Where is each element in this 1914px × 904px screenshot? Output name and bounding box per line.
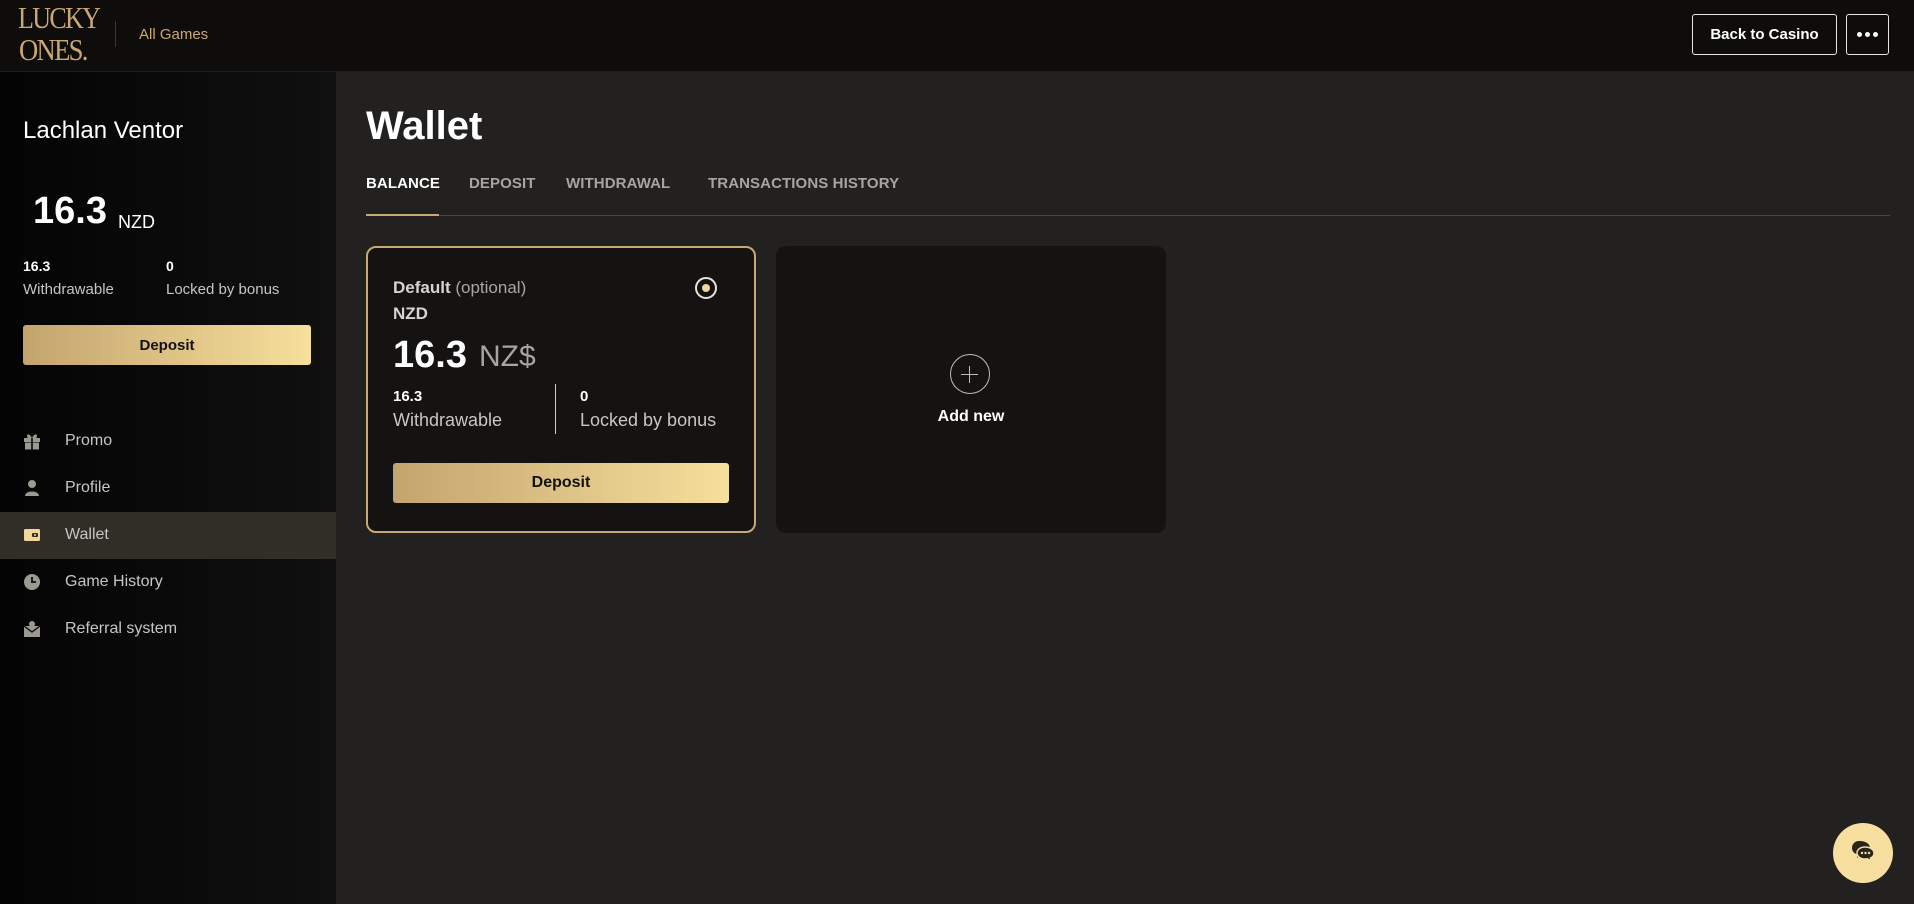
sidebar-item-promo[interactable]: Promo bbox=[0, 418, 336, 465]
sidebar-item-label: Wallet bbox=[65, 526, 109, 543]
sidebar-item-label: Game History bbox=[65, 573, 163, 590]
page-title: Wallet bbox=[366, 104, 483, 148]
wallet-balance: 16.3 bbox=[393, 334, 467, 376]
sidebar-item-label: Referral system bbox=[65, 620, 178, 637]
top-header: LUCKY ONES. All Games Back to Casino bbox=[0, 0, 1914, 72]
chat-bubble-icon bbox=[1848, 836, 1878, 871]
tab-deposit[interactable]: DEPOSIT bbox=[469, 175, 536, 192]
wallet-withdrawable-value: 16.3 bbox=[393, 388, 423, 405]
user-name: Lachlan Ventor bbox=[23, 117, 184, 144]
more-horizontal-icon bbox=[1857, 32, 1878, 37]
chat-support-button[interactable] bbox=[1833, 823, 1893, 883]
sidebar-locked-label: Locked by bonus bbox=[166, 281, 280, 298]
referral-icon bbox=[23, 620, 41, 638]
header-divider bbox=[115, 21, 116, 47]
more-menu-button[interactable] bbox=[1846, 14, 1889, 55]
tab-withdrawal[interactable]: WITHDRAWAL bbox=[566, 175, 670, 192]
wallet-currency-symbol: NZ$ bbox=[479, 340, 536, 373]
lucky-ones-logo[interactable]: LUCKY ONES. bbox=[18, 2, 102, 68]
wallet-default-label: Default (optional) bbox=[393, 278, 526, 298]
sidebar-currency: NZD bbox=[118, 212, 155, 232]
sidebar-item-label: Promo bbox=[65, 432, 113, 449]
add-new-label: Add new bbox=[937, 408, 1005, 425]
sidebar-item-label: Profile bbox=[65, 479, 111, 496]
default-wallet-radio[interactable] bbox=[695, 277, 717, 299]
wallet-withdrawable-label: Withdrawable bbox=[393, 410, 503, 430]
sidebar-balance: 16.3 bbox=[33, 190, 107, 232]
add-new-wallet-card[interactable]: Add new bbox=[776, 246, 1166, 533]
tab-transactions-history[interactable]: TRANSACTIONS HISTORY bbox=[708, 175, 899, 192]
wallet-deposit-button[interactable]: Deposit bbox=[393, 463, 729, 503]
wallet-tabs: BALANCE DEPOSIT WITHDRAWAL TRANSACTIONS … bbox=[366, 175, 1890, 216]
default-label: Default bbox=[393, 278, 451, 297]
wallet-locked-value: 0 bbox=[580, 388, 589, 405]
wallet-icon bbox=[23, 526, 41, 544]
wallet-locked-label: Locked by bonus bbox=[580, 410, 717, 430]
back-to-casino-button[interactable]: Back to Casino bbox=[1692, 14, 1837, 55]
sidebar-locked-value: 0 bbox=[166, 258, 174, 274]
all-games-link[interactable]: All Games bbox=[139, 26, 208, 43]
optional-label: (optional) bbox=[455, 278, 527, 297]
clock-icon bbox=[23, 573, 41, 591]
logo-line2: ONES. bbox=[19, 32, 88, 67]
gift-icon bbox=[23, 432, 41, 450]
sidebar-item-wallet[interactable]: Wallet bbox=[0, 512, 336, 559]
sidebar-item-referral-system[interactable]: Referral system bbox=[0, 606, 336, 653]
logo-line1: LUCKY bbox=[18, 0, 101, 35]
sidebar-withdrawable-label: Withdrawable bbox=[23, 281, 114, 298]
sidebar-deposit-button[interactable]: Deposit bbox=[23, 325, 311, 365]
wallet-card-nzd[interactable]: Default (optional) NZD 16.3 NZ$ 16.3 Wit… bbox=[366, 246, 756, 533]
tab-balance[interactable]: BALANCE bbox=[366, 175, 440, 192]
wallet-stats-divider bbox=[555, 384, 556, 434]
sidebar-item-game-history[interactable]: Game History bbox=[0, 559, 336, 606]
plus-circle-icon bbox=[950, 354, 990, 394]
wallet-currency: NZD bbox=[393, 304, 428, 323]
sidebar-withdrawable-value: 16.3 bbox=[23, 258, 51, 274]
user-icon bbox=[23, 479, 41, 497]
sidebar-item-profile[interactable]: Profile bbox=[0, 465, 336, 512]
active-tab-indicator bbox=[366, 214, 439, 216]
account-sidebar: Lachlan Ventor 16.3 NZD 16.3 Withdrawabl… bbox=[0, 72, 336, 904]
